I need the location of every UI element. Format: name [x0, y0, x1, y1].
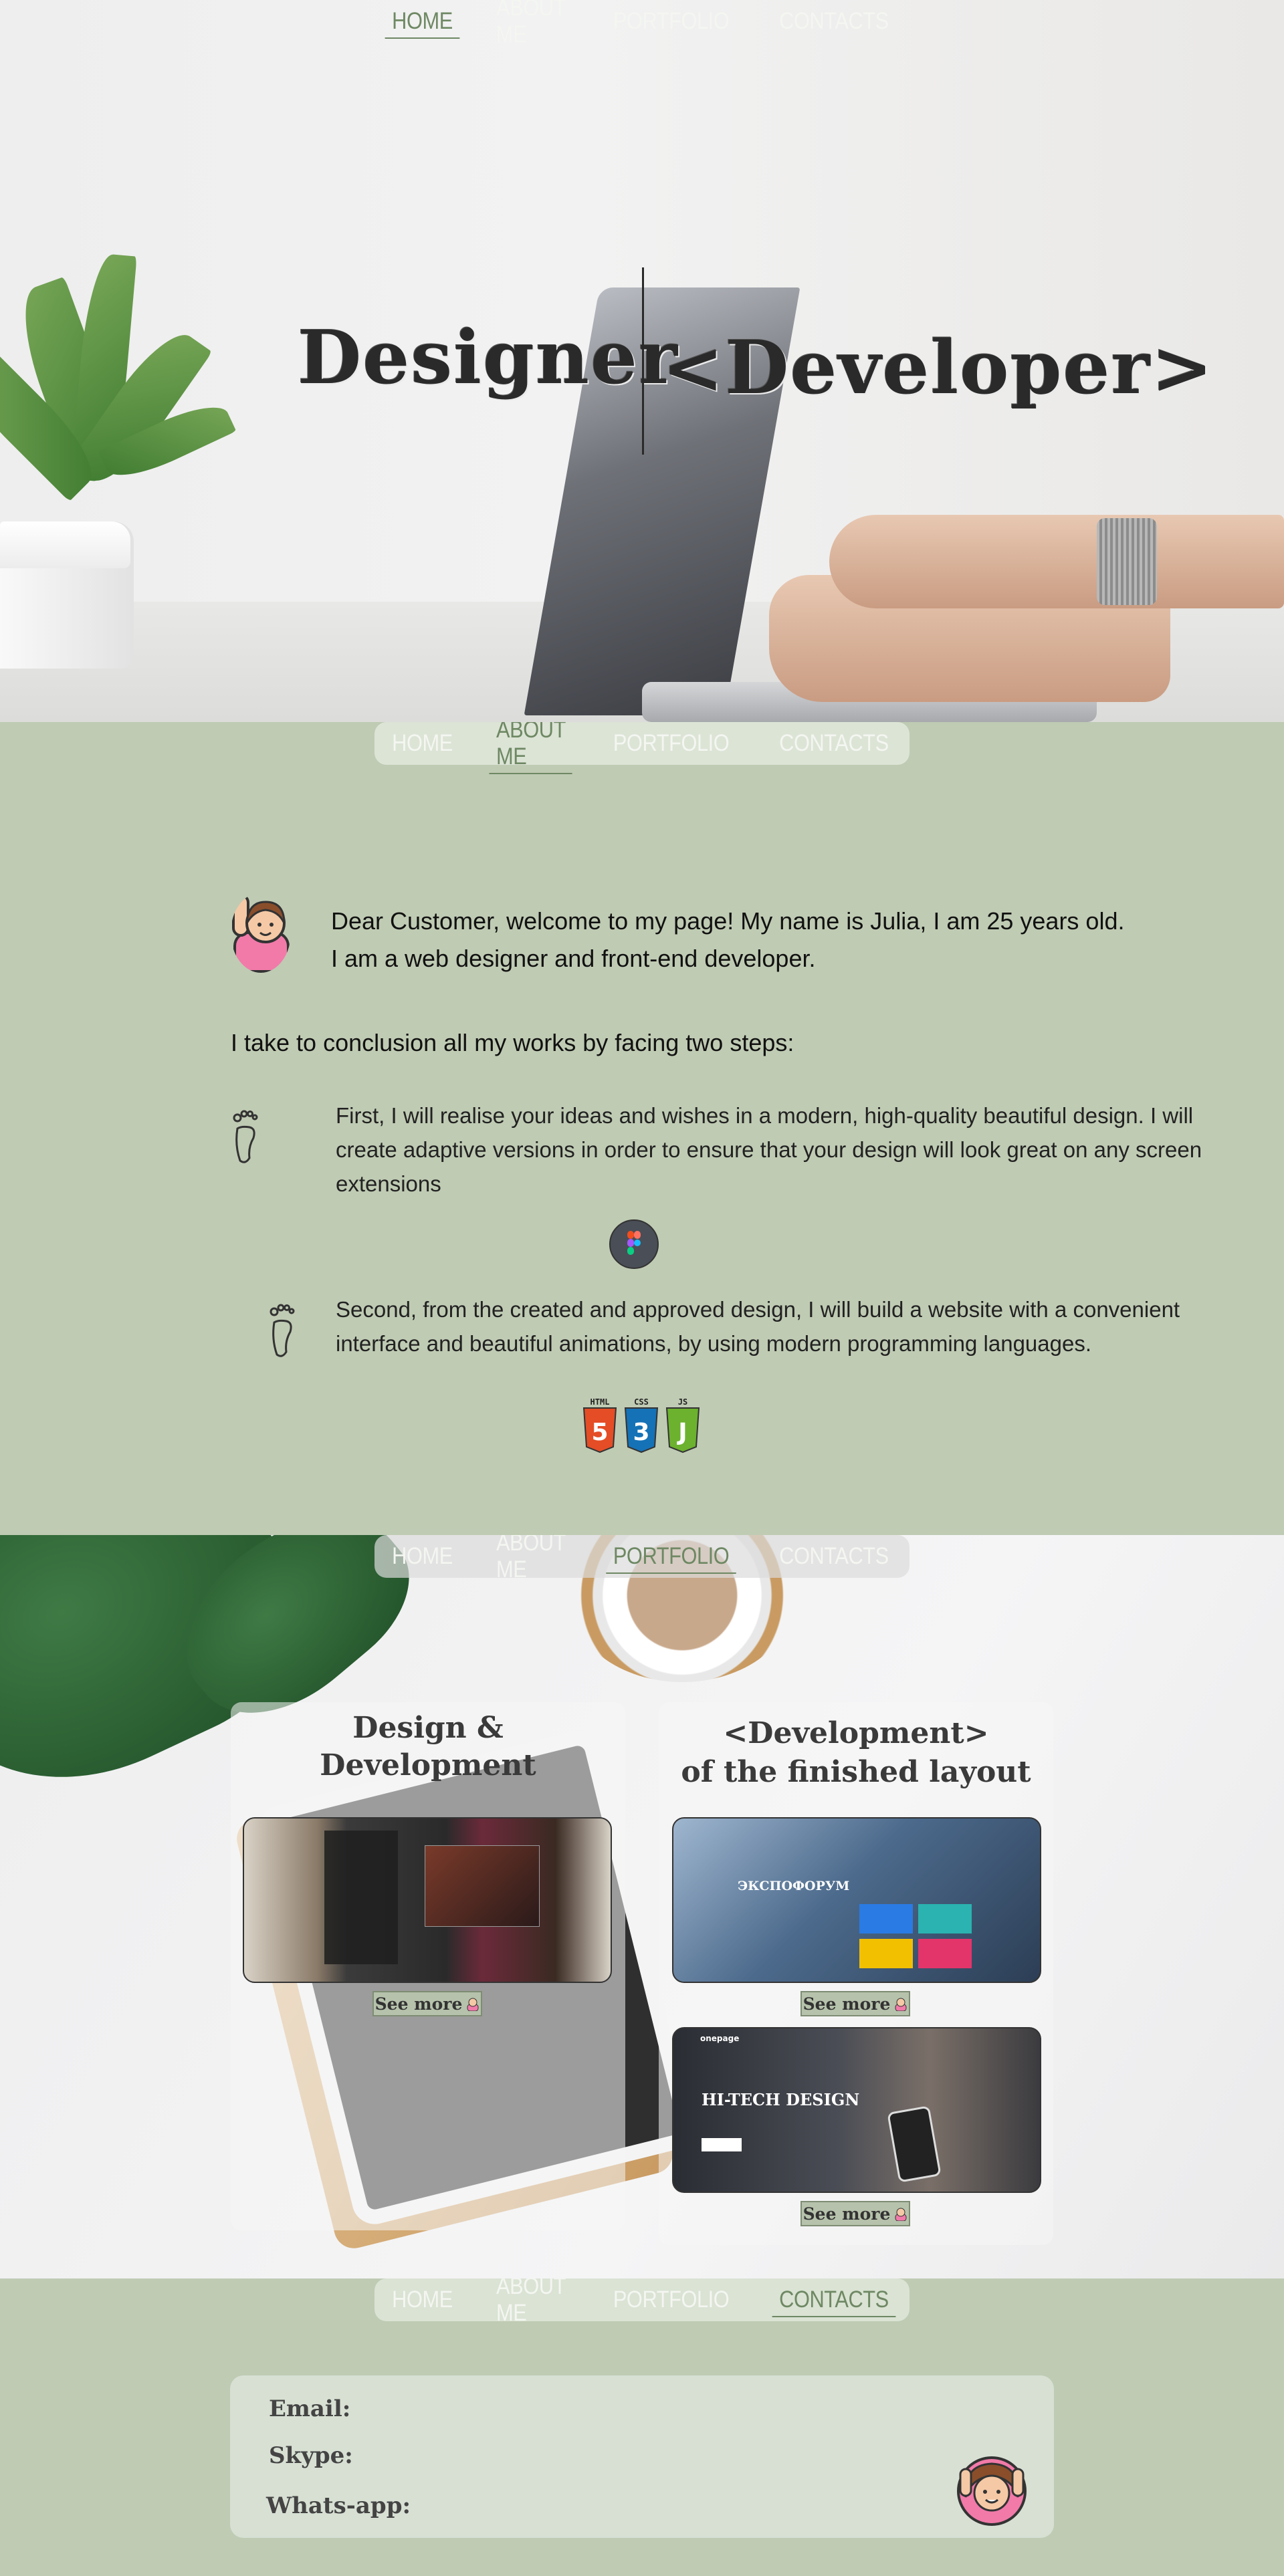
nav-home[interactable]: HOME	[377, 8, 468, 39]
nav-home[interactable]: HOME	[377, 1543, 468, 1570]
step1-line-3: extensions	[336, 1171, 441, 1196]
see-more-button-expoforum[interactable]: See more	[800, 1991, 910, 2016]
portfolio-nav: HOME ABOUT ME PORTFOLIO CONTACTS	[374, 1535, 909, 1583]
nav-about[interactable]: ABOUT ME	[481, 1535, 580, 1583]
girl-avatar-icon	[957, 2456, 1027, 2526]
nav-portfolio[interactable]: PORTFOLIO	[598, 8, 744, 35]
portfolio-card-design: Design & Development See more	[231, 1702, 625, 2230]
figma-icon	[609, 1219, 659, 1269]
svg-text:3: 3	[633, 1419, 649, 1446]
portfolio-section: HOME ABOUT ME PORTFOLIO CONTACTS Design …	[0, 1535, 1284, 2278]
svg-text:J: J	[676, 1419, 687, 1446]
project-screenshot-onepage[interactable]: onepage HI-TECH DESIGN	[672, 2027, 1041, 2193]
nav-home[interactable]: HOME	[377, 730, 468, 757]
step1-line-2: create adaptive versions in order to ens…	[336, 1137, 1202, 1162]
greeting-line-1: Dear Customer, welcome to my page! My na…	[331, 907, 1125, 935]
project-screenshot-expoforum[interactable]: ЭКСПОФОРУМ	[672, 1817, 1041, 1983]
nav-contacts[interactable]: CONTACTS	[764, 2287, 903, 2317]
hand-image	[829, 515, 1284, 608]
plant-pot-rim	[0, 521, 130, 568]
about-section: HOME ABOUT ME PORTFOLIO CONTACTS Dear Cu…	[0, 722, 1284, 1535]
girl-icon	[895, 1998, 907, 2011]
contacts-nav: HOME ABOUT ME PORTFOLIO CONTACTS	[374, 2278, 909, 2326]
step1-line-1: First, I will realise your ideas and wis…	[336, 1103, 1194, 1128]
card1-title-line2: Development	[320, 1748, 536, 1782]
girl-icon	[467, 1998, 479, 2011]
card2-title-line1: <Development>	[723, 1716, 989, 1750]
portfolio-card-development: <Development> of the finished layout ЭКС…	[659, 1702, 1053, 2245]
nav-contacts[interactable]: CONTACTS	[764, 730, 903, 757]
hero-title-designer: Designer	[298, 314, 679, 400]
tech-badges: HTML 5 CSS 3 JS J	[580, 1397, 702, 1457]
nav-portfolio[interactable]: PORTFOLIO	[598, 730, 744, 757]
see-more-button-onepage[interactable]: See more	[800, 2201, 910, 2226]
girl-icon	[895, 2208, 907, 2221]
greeting-line-2: I am a web designer and front-end develo…	[331, 945, 816, 972]
svg-text:5: 5	[591, 1419, 608, 1446]
about-nav: HOME ABOUT ME PORTFOLIO CONTACTS	[374, 722, 909, 774]
step2-line-1: Second, from the created and approved de…	[336, 1297, 1180, 1322]
top-nav: HOME ABOUT ME PORTFOLIO CONTACTS	[374, 0, 909, 47]
javascript-icon: JS J	[663, 1397, 702, 1457]
nav-contacts[interactable]: CONTACTS	[764, 1543, 903, 1570]
hero-title-developer: <Developer>	[662, 324, 1214, 411]
nav-portfolio[interactable]: PORTFOLIO	[598, 2287, 744, 2313]
hero-divider	[642, 267, 644, 455]
see-more-button-design[interactable]: See more	[372, 1991, 482, 2016]
footprint-icon	[270, 1304, 295, 1357]
skype-label: Skype:	[269, 2442, 353, 2469]
project-screenshot-restaurant[interactable]	[243, 1817, 612, 1983]
nav-about[interactable]: ABOUT ME	[481, 722, 580, 774]
footprint-icon	[233, 1110, 258, 1163]
nav-about[interactable]: ABOUT ME	[481, 2278, 580, 2327]
contacts-section: HOME ABOUT ME PORTFOLIO CONTACTS Email: …	[0, 2278, 1284, 2576]
nav-portfolio[interactable]: PORTFOLIO	[598, 1543, 744, 1574]
email-label: Email:	[269, 2395, 351, 2422]
nav-about[interactable]: ABOUT ME	[481, 0, 580, 48]
nav-contacts[interactable]: CONTACTS	[764, 8, 903, 35]
html5-icon: HTML 5	[580, 1397, 619, 1457]
hero-section: Designer <Developer> HOME ABOUT ME PORTF…	[0, 0, 1284, 722]
whatsapp-label: Whats-app:	[266, 2492, 411, 2519]
wristwatch-image	[1097, 518, 1157, 605]
contact-card: Email: Skype: Whats-app:	[230, 2375, 1054, 2538]
steps-heading: I take to conclusion all my works by fac…	[231, 1029, 794, 1056]
css3-icon: CSS 3	[622, 1397, 661, 1457]
card2-title-line2: of the finished layout	[681, 1755, 1031, 1789]
waving-girl-icon	[232, 894, 290, 973]
card1-title-line1: Design &	[352, 1711, 504, 1745]
nav-home[interactable]: HOME	[377, 2287, 468, 2313]
step2-line-2: interface and beautiful animations, by u…	[336, 1331, 1092, 1356]
